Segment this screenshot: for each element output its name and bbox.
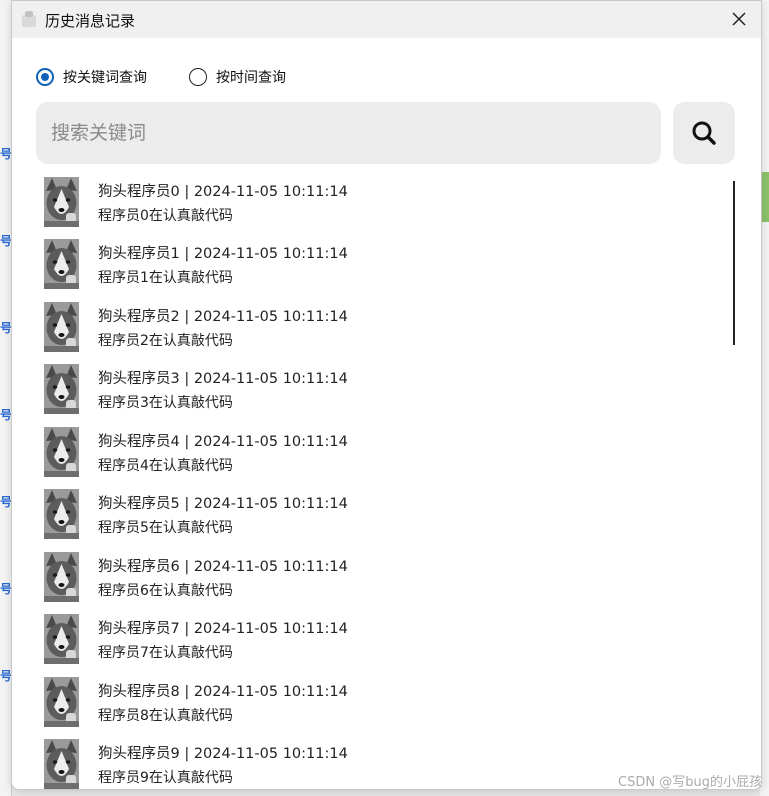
husky-avatar [44,489,79,539]
history-dialog: 历史消息记录 按关键词查询 按时间查询 狗头程序员0 | 2024-11-05 … [11,0,762,790]
message-header: 狗头程序员4 | 2024-11-05 10:11:14 [98,434,348,450]
list-item[interactable]: 狗头程序员0 | 2024-11-05 10:11:14 程序员0在认真敲代码 [36,173,726,235]
radio-label-time: 按时间查询 [216,70,286,86]
message-text: 程序员2在认真敲代码 [98,333,233,349]
list-item[interactable]: 狗头程序员4 | 2024-11-05 10:11:14 程序员4在认真敲代码 [36,423,726,485]
close-icon [732,12,746,26]
list-item[interactable]: 狗头程序员3 | 2024-11-05 10:11:14 程序员3在认真敲代码 [36,360,726,422]
message-header: 狗头程序员3 | 2024-11-05 10:11:14 [98,371,348,387]
window-title: 历史消息记录 [45,12,136,30]
list-item[interactable]: 狗头程序员5 | 2024-11-05 10:11:14 程序员5在认真敲代码 [36,485,726,547]
husky-avatar [44,427,79,477]
husky-avatar [44,739,79,789]
husky-avatar [44,239,79,289]
search-input[interactable] [36,102,661,164]
list-item[interactable]: 狗头程序员7 | 2024-11-05 10:11:14 程序员7在认真敲代码 [36,610,726,672]
radio-label-keyword: 按关键词查询 [63,70,147,86]
radio-keyword-search[interactable]: 按关键词查询 [36,65,147,89]
close-button[interactable] [717,1,761,38]
list-item[interactable]: 狗头程序员8 | 2024-11-05 10:11:14 程序员8在认真敲代码 [36,673,726,735]
title-bar[interactable]: 历史消息记录 [12,1,761,38]
radio-button-unchecked[interactable] [189,68,207,86]
message-text: 程序员1在认真敲代码 [98,270,233,286]
radio-button-checked[interactable] [36,68,54,86]
message-header: 狗头程序员5 | 2024-11-05 10:11:14 [98,496,348,512]
message-header: 狗头程序员1 | 2024-11-05 10:11:14 [98,246,348,262]
message-text: 程序员4在认真敲代码 [98,458,233,474]
message-text: 程序员0在认真敲代码 [98,208,233,224]
message-header: 狗头程序员0 | 2024-11-05 10:11:14 [98,184,348,200]
radio-time-search[interactable]: 按时间查询 [189,65,286,89]
husky-avatar [44,552,79,602]
message-header: 狗头程序员9 | 2024-11-05 10:11:14 [98,746,348,762]
husky-avatar [44,614,79,664]
message-text: 程序员7在认真敲代码 [98,645,233,661]
list-item[interactable]: 狗头程序员6 | 2024-11-05 10:11:14 程序员6在认真敲代码 [36,548,726,610]
search-icon [692,121,716,145]
message-text: 程序员3在认真敲代码 [98,395,233,411]
message-text: 程序员6在认真敲代码 [98,583,233,599]
list-item[interactable]: 狗头程序员2 | 2024-11-05 10:11:14 程序员2在认真敲代码 [36,298,726,360]
message-header: 狗头程序员7 | 2024-11-05 10:11:14 [98,621,348,637]
message-text: 程序员8在认真敲代码 [98,708,233,724]
husky-avatar [44,364,79,414]
message-text: 程序员9在认真敲代码 [98,770,233,786]
message-header: 狗头程序员2 | 2024-11-05 10:11:14 [98,309,348,325]
list-scrollbar[interactable] [733,181,735,345]
search-button[interactable] [673,102,735,164]
husky-avatar [44,677,79,727]
message-header: 狗头程序员6 | 2024-11-05 10:11:14 [98,559,348,575]
list-item[interactable]: 狗头程序员1 | 2024-11-05 10:11:14 程序员1在认真敲代码 [36,235,726,297]
husky-avatar [44,177,79,227]
message-list[interactable]: 狗头程序员0 | 2024-11-05 10:11:14 程序员0在认真敲代码 … [36,173,736,789]
husky-avatar [44,302,79,352]
watermark: CSDN @写bug的小屁孩 [618,775,762,790]
app-icon [20,9,40,29]
message-text: 程序员5在认真敲代码 [98,520,233,536]
message-header: 狗头程序员8 | 2024-11-05 10:11:14 [98,684,348,700]
